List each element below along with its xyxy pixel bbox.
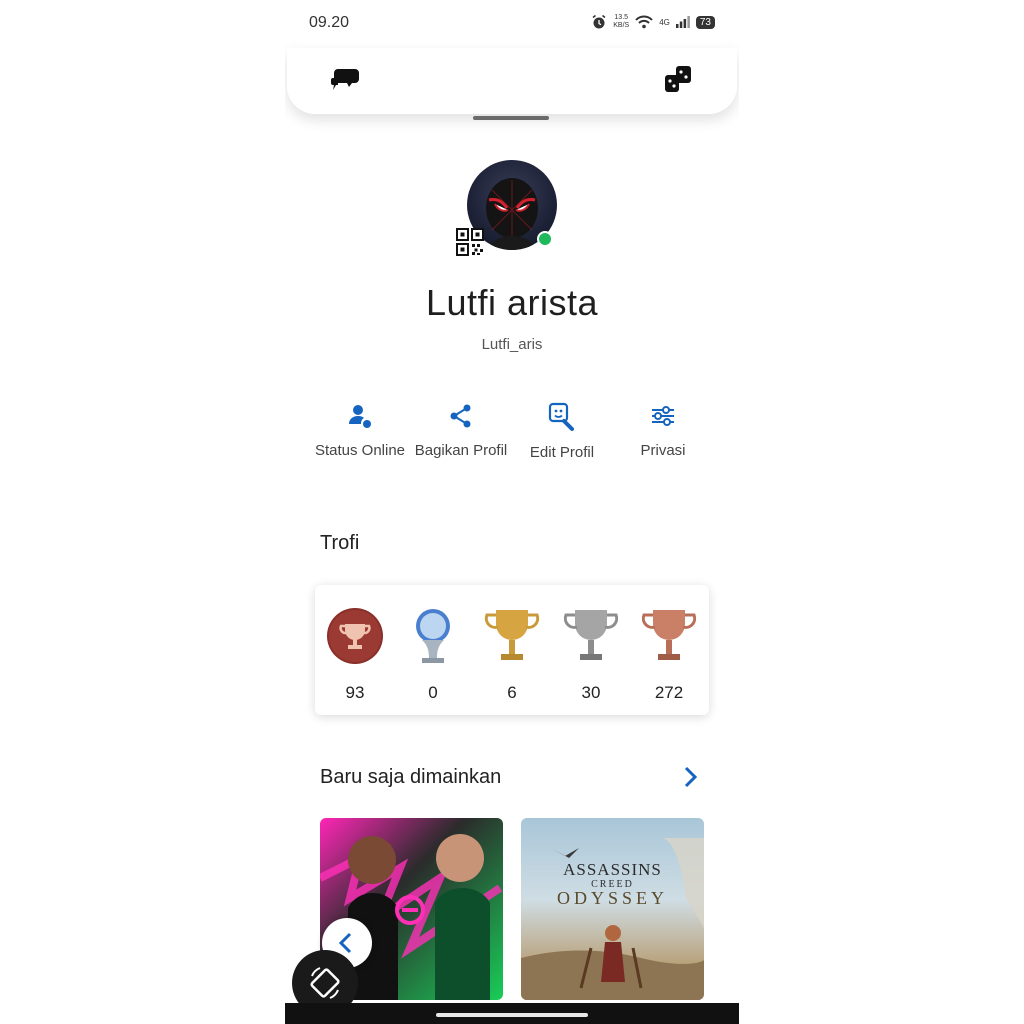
trophy-level: 93 (320, 607, 390, 703)
trophy-level-count: 93 (345, 683, 365, 702)
status-icons: 13.5 KB/S 4G 73 (591, 14, 715, 30)
edit-profile-icon (548, 402, 574, 431)
privacy-button[interactable]: Privasi (613, 402, 713, 476)
trophy-bronze-icon (641, 610, 697, 660)
username: Lutfi_aris (481, 336, 543, 353)
trophy-bronze-count: 272 (654, 683, 684, 702)
trophy-silver-count: 30 (581, 683, 601, 702)
trophy-gold: 6 (477, 607, 547, 703)
odyssey-logo-line1: ASSASSINS (563, 860, 662, 879)
trophy-gold-icon (484, 610, 540, 660)
share-icon (450, 404, 471, 428)
share-profile-label: Bagikan Profil (414, 442, 508, 459)
status-online-button[interactable]: Status Online (310, 402, 410, 476)
network-speed-value: 13.5 (614, 14, 629, 21)
chat-icon[interactable] (329, 66, 361, 94)
phone-screen: 09.20 13.5 KB/S 4G 73 Lutfi arista Lutfi… (285, 0, 739, 1024)
wifi-icon (635, 15, 653, 29)
recently-played-title: Baru saja dimainkan (320, 766, 502, 788)
battery-indicator: 73 (695, 15, 715, 29)
game-library-icon[interactable] (663, 64, 693, 94)
trophy-silver-icon (563, 610, 619, 660)
trophies-title: Trofi (320, 532, 360, 554)
trophy-level-icon (327, 608, 383, 664)
trophy-summary-card[interactable]: 93 0 6 30 272 (315, 585, 709, 715)
status-time: 09.20 (309, 14, 350, 31)
system-navigation-bar (285, 1003, 739, 1024)
person-status-icon (349, 405, 371, 428)
online-status-dot (537, 231, 553, 247)
trophy-platinum-icon (416, 609, 450, 663)
status-online-label: Status Online (314, 442, 406, 459)
edit-profile-label: Edit Profil (529, 444, 595, 461)
privacy-sliders-icon (652, 406, 674, 426)
display-name: Lutfi arista (425, 282, 599, 323)
edit-profile-button[interactable]: Edit Profil (512, 402, 612, 476)
trophy-platinum: 0 (398, 607, 468, 703)
panel-drag-handle[interactable] (473, 116, 549, 120)
signal-icon (675, 16, 690, 28)
home-gesture-pill[interactable] (436, 1013, 588, 1017)
network-speed-unit: KB/S (613, 22, 630, 29)
odyssey-cover-art (521, 838, 704, 1000)
network-type: 4G (659, 17, 670, 27)
trophy-silver: 30 (556, 607, 626, 703)
alarm-icon (592, 14, 606, 29)
odyssey-logo-line3: ODYSSEY (556, 888, 668, 908)
share-profile-button[interactable]: Bagikan Profil (411, 402, 511, 476)
status-bar: 09.20 13.5 KB/S 4G 73 (285, 0, 739, 48)
privacy-label: Privasi (640, 442, 686, 459)
odyssey-logo: ASSASSINS CREED ODYSSEY (521, 860, 704, 909)
chevron-right-icon[interactable] (680, 765, 700, 789)
trophy-gold-count: 6 (507, 683, 517, 702)
trophy-bronze: 272 (634, 607, 704, 703)
trophy-platinum-count: 0 (428, 683, 438, 702)
qr-code-icon[interactable] (456, 228, 484, 256)
network-speed: 13.5 KB/S (613, 14, 629, 30)
game-card-odyssey[interactable]: ASSASSINS CREED ODYSSEY (521, 818, 704, 1000)
